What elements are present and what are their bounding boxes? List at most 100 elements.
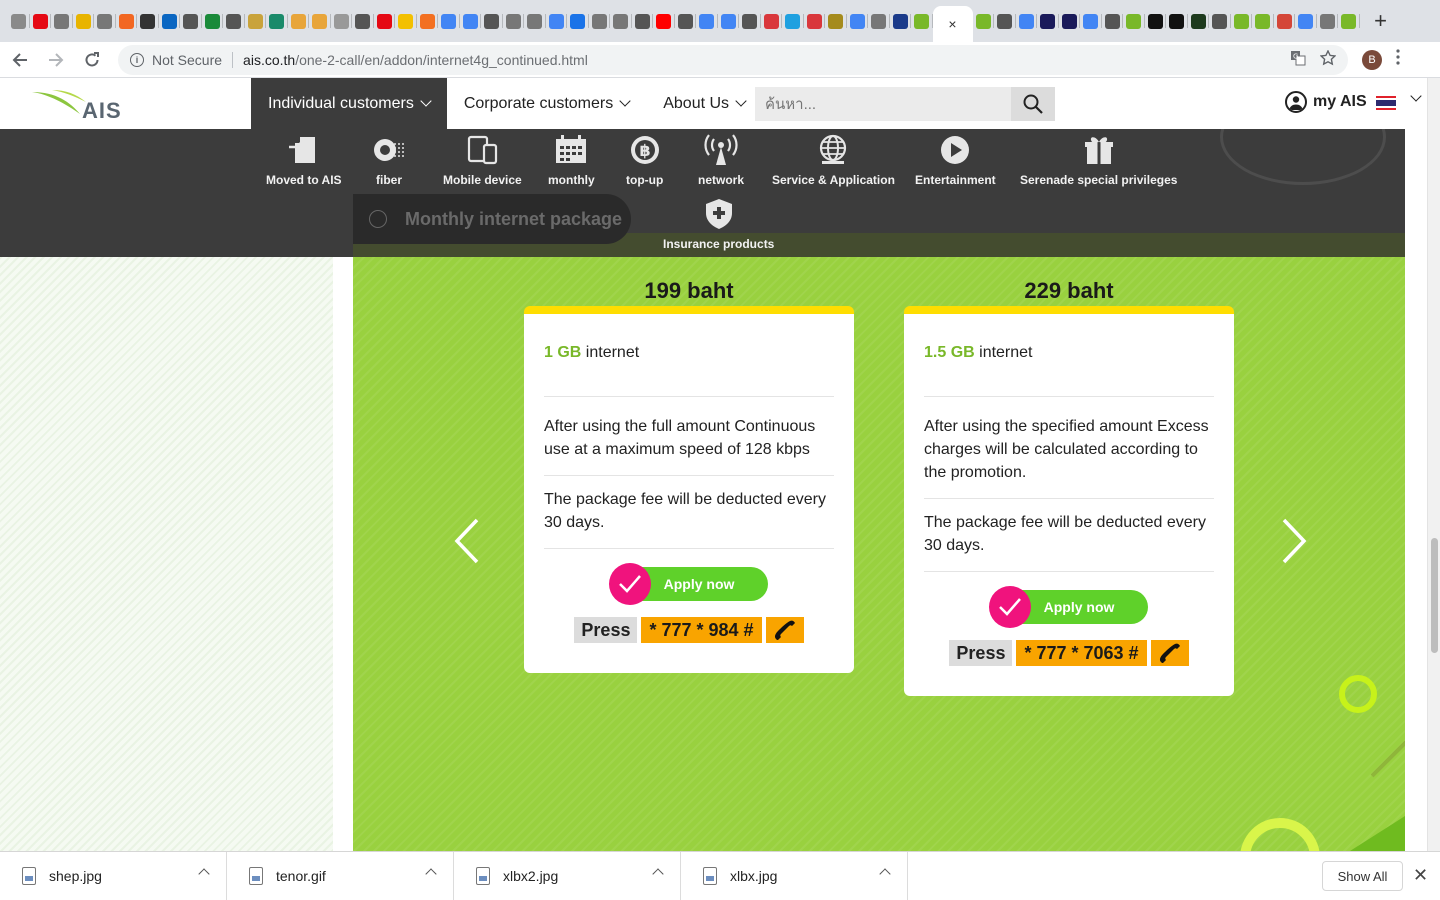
browser-tab[interactable] [1209, 0, 1231, 42]
browser-tab[interactable] [1252, 0, 1274, 42]
forward-arrow-icon[interactable] [40, 44, 72, 76]
browser-tab[interactable] [696, 0, 718, 42]
browser-tab[interactable] [331, 0, 353, 42]
download-item[interactable]: xlbx2.jpg [454, 851, 681, 900]
browser-tab[interactable] [1338, 0, 1360, 42]
show-all-button[interactable]: Show All [1322, 861, 1403, 891]
browser-tab[interactable] [1016, 0, 1038, 42]
browser-tab[interactable] [503, 0, 525, 42]
browser-tab[interactable] [266, 0, 288, 42]
category-monthly[interactable]: monthly [548, 133, 595, 187]
browser-tab[interactable] [94, 0, 116, 42]
browser-tab[interactable] [653, 0, 675, 42]
browser-tab[interactable] [973, 0, 995, 42]
apply-now-button[interactable]: Apply now [608, 563, 768, 605]
browser-tab[interactable] [73, 0, 95, 42]
browser-tab[interactable] [438, 0, 460, 42]
address-bar[interactable]: i Not Secure ais.co.th/one-2-call/en/add… [118, 44, 1348, 75]
kebab-menu-icon[interactable] [1396, 49, 1400, 70]
category-mobile-device[interactable]: Mobile device [443, 133, 522, 187]
browser-tab[interactable] [352, 0, 374, 42]
browser-tab[interactable] [1231, 0, 1253, 42]
nav-individual-customers[interactable]: Individual customers [251, 78, 447, 129]
browser-tab[interactable] [180, 0, 202, 42]
reload-icon[interactable] [76, 44, 108, 76]
category-insurance-products[interactable]: Insurance products [663, 197, 774, 251]
browser-tab[interactable] [739, 0, 761, 42]
chevron-up-icon[interactable] [198, 867, 210, 880]
browser-tab[interactable] [30, 0, 52, 42]
browser-tab[interactable] [245, 0, 267, 42]
download-item[interactable]: tenor.gif [227, 851, 454, 900]
browser-tab[interactable] [202, 0, 224, 42]
browser-tab[interactable] [374, 0, 396, 42]
close-download-bar-icon[interactable]: ✕ [1413, 865, 1428, 886]
phone-icon[interactable] [765, 617, 804, 643]
translate-icon[interactable]: G [1290, 50, 1306, 69]
browser-tab[interactable] [675, 0, 697, 42]
browser-tab[interactable] [1059, 0, 1081, 42]
browser-tab[interactable] [1274, 0, 1296, 42]
browser-tab[interactable] [890, 0, 912, 42]
carousel-next-arrow-icon[interactable] [1278, 518, 1308, 564]
browser-tab[interactable] [288, 0, 310, 42]
browser-tab[interactable] [524, 0, 546, 42]
browser-tab[interactable] [761, 0, 783, 42]
browser-tab[interactable] [1166, 0, 1188, 42]
browser-tab[interactable] [51, 0, 73, 42]
browser-tab[interactable] [460, 0, 482, 42]
current-category-pill[interactable]: Monthly internet package [353, 194, 631, 244]
browser-tab[interactable] [1145, 0, 1167, 42]
scrollbar-thumb[interactable] [1431, 538, 1438, 653]
back-arrow-icon[interactable] [4, 44, 36, 76]
download-item[interactable]: shep.jpg [0, 851, 227, 900]
browser-tab[interactable] [417, 0, 439, 42]
download-item[interactable]: xlbx.jpg [681, 851, 908, 900]
browser-tab[interactable] [1102, 0, 1124, 42]
profile-avatar[interactable]: B [1362, 49, 1382, 70]
browser-tab[interactable] [1037, 0, 1059, 42]
chevron-up-icon[interactable] [652, 867, 664, 880]
category-serenade-privileges[interactable]: Serenade special privileges [1020, 133, 1177, 187]
browser-tab[interactable] [395, 0, 417, 42]
browser-tab[interactable] [825, 0, 847, 42]
bookmark-star-icon[interactable] [1319, 49, 1337, 69]
my-ais-link[interactable]: my AIS [1285, 91, 1367, 113]
browser-tab[interactable] [911, 0, 933, 42]
browser-tab[interactable] [116, 0, 138, 42]
info-icon[interactable]: i [130, 52, 144, 67]
new-tab-button[interactable]: + [1366, 0, 1396, 42]
browser-tab[interactable] [589, 0, 611, 42]
apply-now-button[interactable]: Apply now [988, 586, 1148, 628]
language-chevron-icon[interactable] [1410, 90, 1422, 102]
browser-tab[interactable] [804, 0, 826, 42]
browser-tab[interactable] [309, 0, 331, 42]
browser-tab[interactable] [481, 0, 503, 42]
search-input[interactable] [755, 87, 1011, 121]
browser-tab[interactable] [994, 0, 1016, 42]
nav-about-us[interactable]: About Us [646, 78, 762, 129]
active-tab[interactable]: × [932, 6, 973, 42]
category-entertainment[interactable]: Entertainment [915, 133, 996, 187]
nav-corporate-customers[interactable]: Corporate customers [447, 78, 646, 129]
browser-tab[interactable] [782, 0, 804, 42]
browser-tab[interactable] [1317, 0, 1339, 42]
browser-tab[interactable] [1188, 0, 1210, 42]
category-service-application[interactable]: Service & Application [772, 133, 895, 187]
category-network[interactable]: network [698, 133, 744, 187]
browser-tab[interactable] [159, 0, 181, 42]
browser-tab[interactable] [1080, 0, 1102, 42]
close-tab-icon[interactable]: × [948, 16, 956, 32]
phone-icon[interactable] [1150, 640, 1189, 666]
category-fiber[interactable]: fiber [372, 133, 406, 187]
thai-flag-icon[interactable] [1376, 96, 1396, 110]
browser-tab[interactable] [1295, 0, 1317, 42]
browser-tab[interactable] [610, 0, 632, 42]
browser-tab[interactable] [632, 0, 654, 42]
browser-tab[interactable] [718, 0, 740, 42]
page-scrollbar[interactable] [1427, 78, 1440, 851]
browser-tab[interactable] [8, 0, 30, 42]
chevron-up-icon[interactable] [425, 867, 437, 880]
browser-tab[interactable] [868, 0, 890, 42]
browser-tab[interactable] [847, 0, 869, 42]
